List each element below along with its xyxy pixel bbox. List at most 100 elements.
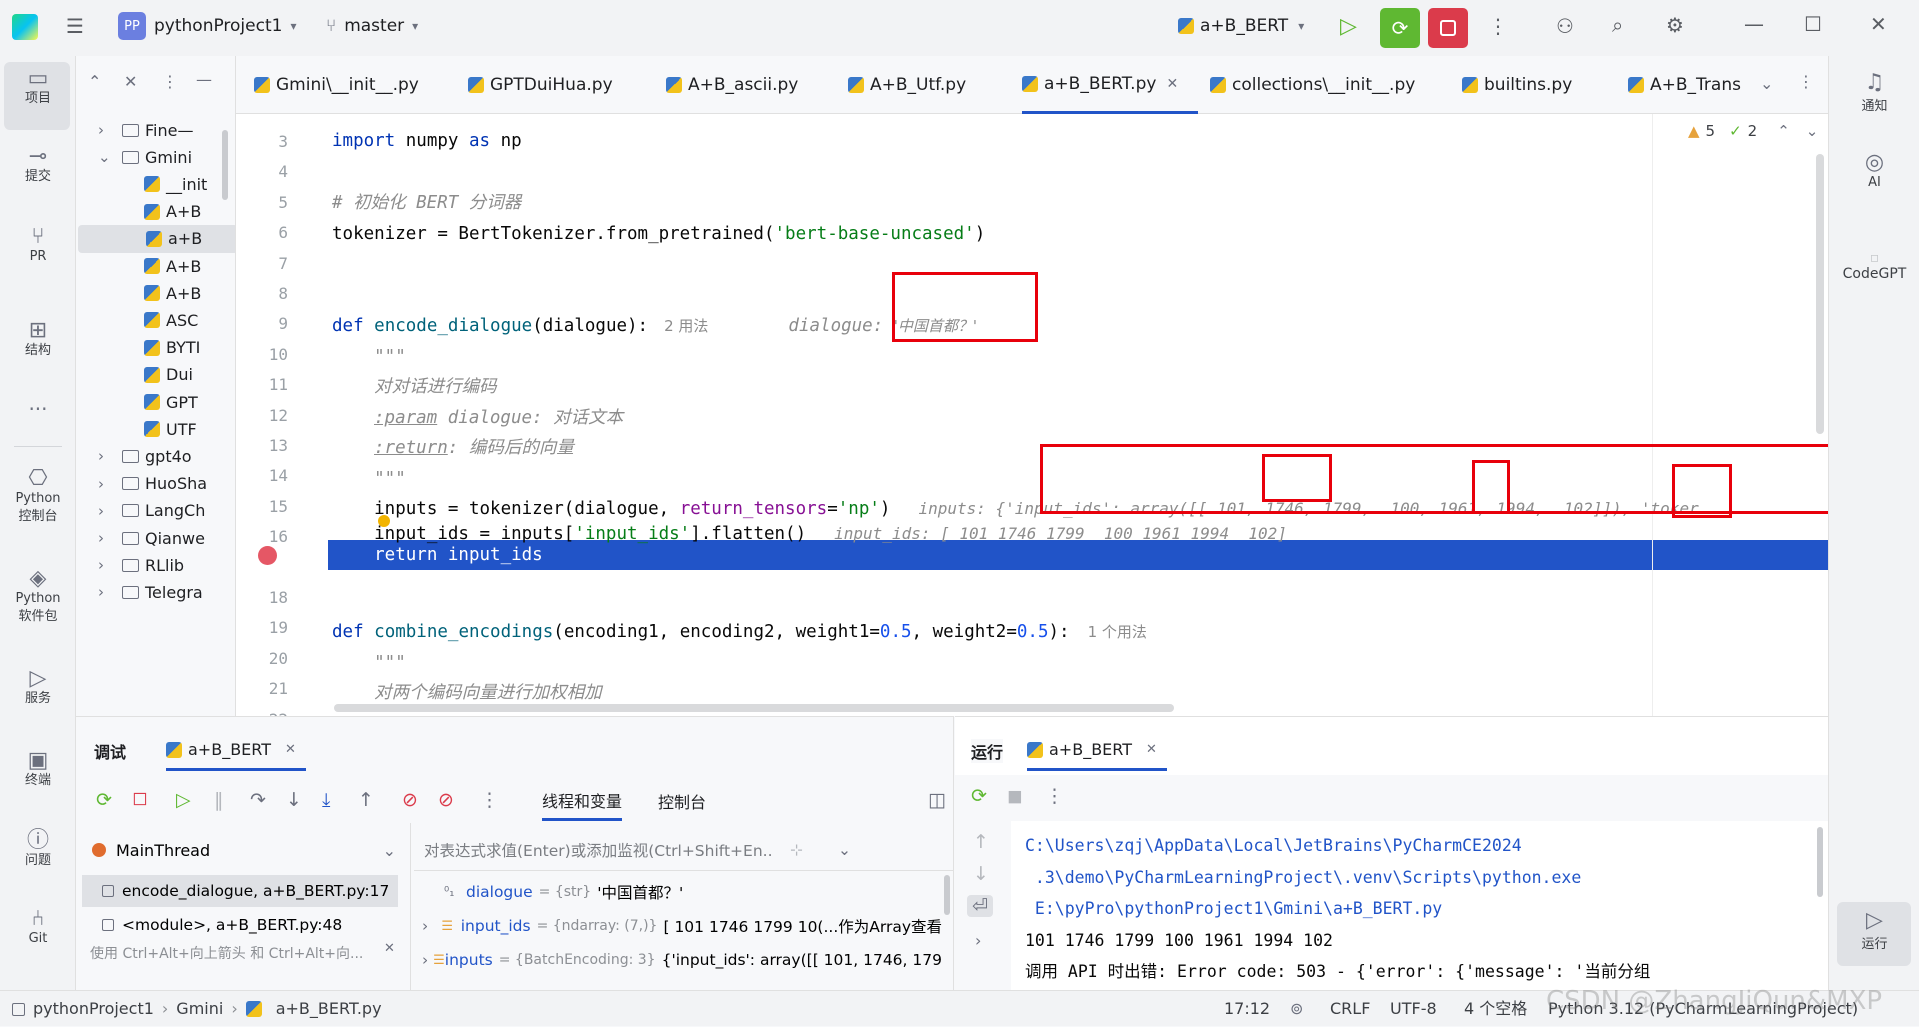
- chevron-right-icon[interactable]: ›: [422, 951, 433, 969]
- tool-python-packages[interactable]: ◈ Python 软件包: [0, 568, 76, 626]
- indent-setting[interactable]: 4 个空格: [1464, 991, 1527, 1027]
- settings-icon[interactable]: ⚙: [1666, 13, 1684, 37]
- step-into-icon[interactable]: ↓: [286, 789, 302, 811]
- more-icon[interactable]: ⋮: [480, 789, 499, 811]
- tree-folder[interactable]: › LangCh: [76, 497, 235, 525]
- chevron-right-icon[interactable]: ›: [98, 529, 114, 547]
- tool-structure[interactable]: ⊞ 结构: [0, 320, 76, 360]
- tool-codegpt[interactable]: ▫ CodeGPT: [1829, 250, 1919, 282]
- editor-tab[interactable]: GPTDuiHua.py: [468, 56, 613, 114]
- step-out-icon[interactable]: ↑: [358, 789, 374, 811]
- close-tab-icon[interactable]: ✕: [1146, 742, 1157, 757]
- step-over-icon[interactable]: ↷: [250, 789, 266, 811]
- frame-item[interactable]: <module>, a+B_BERT.py:48: [82, 909, 398, 941]
- chevron-right-icon[interactable]: ›: [98, 447, 114, 465]
- tab-console[interactable]: 控制台: [658, 781, 706, 821]
- chevron-right-icon[interactable]: ›: [98, 583, 114, 601]
- close-tab-icon[interactable]: ✕: [285, 742, 296, 757]
- tree-file[interactable]: ASC: [76, 306, 235, 334]
- tree-file[interactable]: a+B: [78, 224, 235, 253]
- chevron-down-icon[interactable]: ⌄: [98, 148, 114, 166]
- chevron-right-icon[interactable]: ›: [98, 475, 114, 493]
- tree-file[interactable]: BYTI: [76, 334, 235, 362]
- collapse-all-icon[interactable]: ✕: [124, 72, 137, 91]
- evaluate-expression-input[interactable]: 对表达式求值(Enter)或添加监视(Ctrl+Shift+En.. ⊹ ⌄: [414, 829, 954, 871]
- rerun-debug-button[interactable]: ⟳: [1380, 8, 1420, 48]
- pause-icon[interactable]: ‖: [214, 789, 224, 811]
- chevron-down-icon[interactable]: ⌄: [1760, 74, 1773, 93]
- tree-folder[interactable]: › Qianwe: [76, 524, 235, 552]
- tool-python-console[interactable]: ⎔ Python 控制台: [0, 468, 76, 526]
- intention-bulb-icon[interactable]: [378, 515, 390, 527]
- breadcrumb-project[interactable]: pythonProject1: [33, 991, 154, 1027]
- chevron-right-icon[interactable]: ›: [98, 502, 114, 520]
- run-scrollbar[interactable]: [1817, 827, 1823, 897]
- tree-folder[interactable]: › gpt4o: [76, 442, 235, 470]
- tool-ai-assistant[interactable]: ◎ AI: [1829, 150, 1919, 190]
- tool-terminal[interactable]: ▣ 终端: [0, 750, 76, 790]
- tree-folder[interactable]: › Fine—: [76, 116, 235, 144]
- tree-file[interactable]: A+B: [76, 198, 235, 226]
- tree-folder[interactable]: ⌄ Gmini: [76, 143, 235, 171]
- stop-icon[interactable]: ◻: [132, 787, 148, 809]
- tab-options-icon[interactable]: ⋮: [1798, 72, 1814, 91]
- more-tools-icon[interactable]: ···: [0, 399, 76, 419]
- tree-scrollbar[interactable]: [222, 130, 228, 200]
- view-breakpoints-icon[interactable]: ⊘: [402, 789, 418, 811]
- chevron-down-icon[interactable]: ⌄: [838, 841, 851, 859]
- options-icon[interactable]: ⋮: [162, 72, 178, 91]
- variable-row[interactable]: › ☰ inputs = {BatchEncoding: 3} {'input_ids'…: [422, 945, 942, 975]
- close-hint-icon[interactable]: ✕: [384, 941, 395, 956]
- line-separator[interactable]: CRLF: [1330, 991, 1370, 1027]
- tree-file[interactable]: A+B: [76, 252, 235, 280]
- tree-file[interactable]: UTF: [76, 415, 235, 443]
- editor-tab[interactable]: A+B_Utf.py: [848, 56, 966, 114]
- file-encoding[interactable]: UTF-8: [1390, 991, 1437, 1027]
- project-widget[interactable]: PP pythonProject1 ▾: [118, 12, 296, 40]
- run-output[interactable]: C:\Users\zqj\AppData\Local\JetBrains\PyC…: [1025, 827, 1815, 991]
- tool-notifications[interactable]: ♫ 通知: [1829, 70, 1919, 114]
- close-icon[interactable]: ✕: [1870, 12, 1887, 36]
- more-icon[interactable]: ⋮: [1488, 14, 1508, 38]
- editor-tab[interactable]: A+B_Trans: [1628, 56, 1778, 114]
- tree-file[interactable]: GPT: [76, 388, 235, 416]
- search-icon[interactable]: ⌕: [1612, 13, 1623, 37]
- tree-file[interactable]: Dui: [76, 361, 235, 389]
- tool-pull-requests[interactable]: ⑂ PR: [0, 226, 76, 266]
- tool-project[interactable]: ▭ 项目: [0, 68, 76, 108]
- scroll-down-icon[interactable]: ↓: [973, 863, 989, 885]
- chevron-right-icon[interactable]: ›: [98, 121, 114, 139]
- vcs-status-icon[interactable]: ⊚: [1290, 991, 1303, 1027]
- variables-scrollbar[interactable]: [944, 875, 950, 915]
- close-tab-icon[interactable]: ✕: [1166, 76, 1178, 92]
- rerun-icon[interactable]: ⟳: [971, 785, 987, 807]
- scroll-up-icon[interactable]: ↑: [973, 831, 989, 853]
- chevron-right-icon[interactable]: ›: [98, 556, 114, 574]
- stop-icon[interactable]: ◼: [1007, 785, 1023, 807]
- code-editor[interactable]: 345678910111213141516171819202122 ▲5 ✓2 …: [236, 114, 1828, 716]
- breakpoint-icon[interactable]: [258, 546, 277, 565]
- resume-icon[interactable]: ▷: [1340, 14, 1357, 39]
- debug-session-tab[interactable]: a+B_BERT ✕: [166, 731, 306, 771]
- editor-tab[interactable]: collections\__init__.py: [1210, 56, 1415, 114]
- maximize-icon[interactable]: ☐: [1804, 12, 1822, 36]
- mute-breakpoints-icon[interactable]: ⊘: [438, 789, 454, 811]
- chevron-down-icon[interactable]: ⌄: [1806, 122, 1819, 140]
- thread-selector[interactable]: MainThread ⌄: [82, 829, 406, 871]
- minimize-icon[interactable]: —: [1744, 12, 1764, 36]
- hide-panel-icon[interactable]: —: [196, 70, 212, 89]
- breadcrumb-file[interactable]: a+B_BERT.py: [276, 991, 382, 1027]
- tool-services[interactable]: ▷ 服务: [0, 668, 76, 708]
- breadcrumb-folder[interactable]: Gmini: [176, 991, 223, 1027]
- chevron-right-icon[interactable]: ›: [975, 931, 981, 950]
- stop-button[interactable]: [1428, 8, 1468, 48]
- step-into-my-code-icon[interactable]: ⤓: [322, 789, 330, 811]
- more-icon[interactable]: ⋮: [1045, 785, 1064, 807]
- expand-all-icon[interactable]: ⌃: [88, 72, 101, 91]
- variable-row[interactable]: ⁰₁ dialogue = {str} '中国首都？': [422, 877, 942, 907]
- editor-tab-active[interactable]: a+B_BERT.py ✕: [1022, 56, 1198, 114]
- soft-wrap-icon[interactable]: ⏎: [967, 895, 993, 917]
- run-config-selector[interactable]: a+B_BERT ▾: [1178, 16, 1304, 36]
- layout-icon[interactable]: ◫: [928, 789, 946, 811]
- main-menu-icon[interactable]: ☰: [66, 14, 84, 38]
